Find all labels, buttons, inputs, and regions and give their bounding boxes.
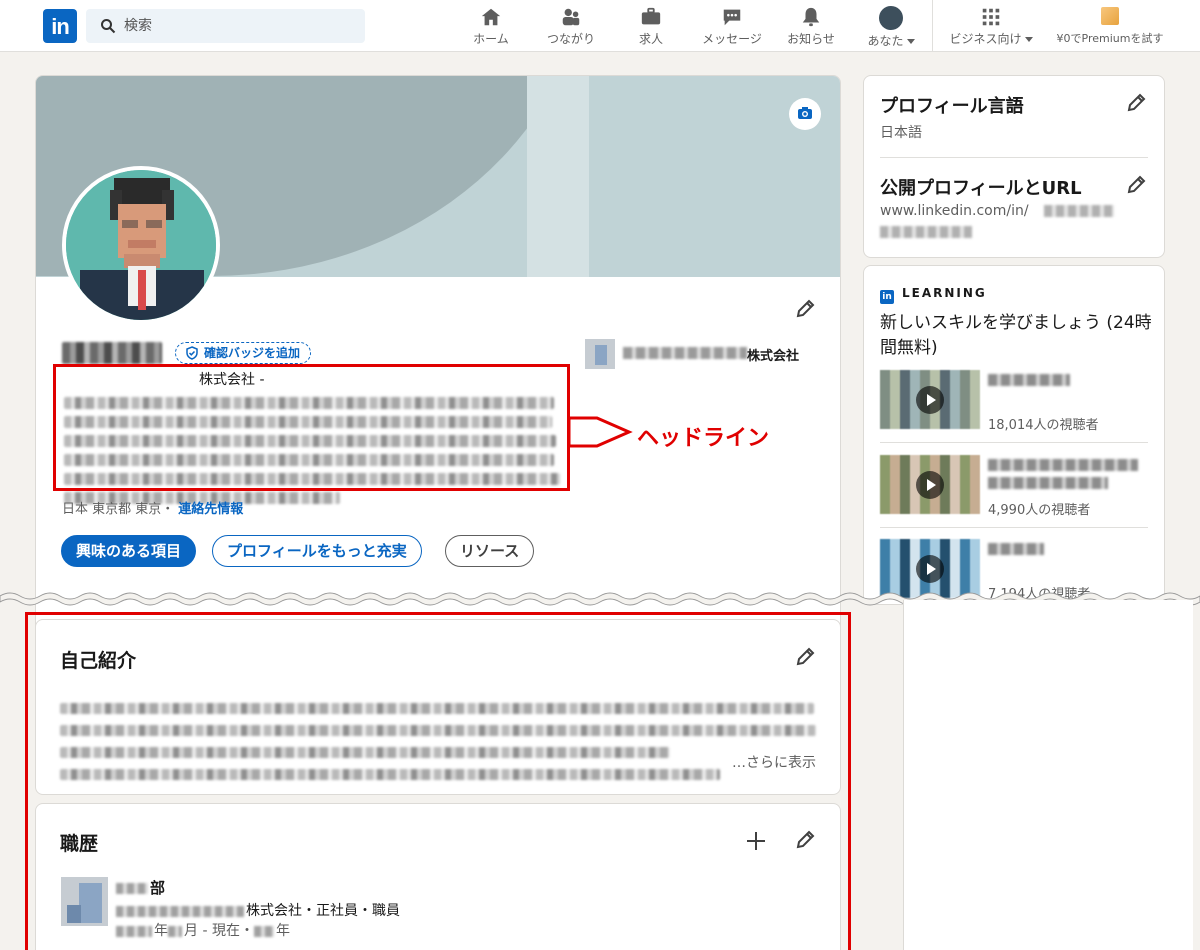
course-item[interactable]: 18,014人の視聴者 <box>880 370 1148 440</box>
course-views: 4,990人の視聴者 <box>988 503 1091 518</box>
edit-url-button[interactable] <box>1125 174 1147 196</box>
verify-badge-label: 確認バッジを追加 <box>204 346 301 360</box>
course-title-redacted <box>988 543 1044 555</box>
open-to-button[interactable]: 興味のある項目 <box>61 535 197 567</box>
url-redacted <box>1044 205 1114 217</box>
verify-badge-button[interactable]: 確認バッジを追加 <box>175 342 312 364</box>
search-icon <box>101 19 116 34</box>
search-input[interactable] <box>124 9 354 43</box>
profile-photo[interactable] <box>62 166 220 324</box>
grid-icon <box>982 8 1000 26</box>
url-redacted <box>880 226 972 238</box>
nav-premium-label: ¥0でPremiumを試す <box>1056 32 1164 45</box>
edit-cover-button[interactable] <box>789 98 821 130</box>
public-profile-url[interactable]: www.linkedin.com/in/ <box>880 203 1029 219</box>
briefcase-icon <box>641 7 661 25</box>
divider <box>880 442 1148 443</box>
nav-me[interactable]: あなた <box>862 6 920 48</box>
nav-business-label: ビジネス向け <box>949 32 1022 46</box>
nav-network[interactable]: つながり <box>545 6 597 48</box>
nav-notifications[interactable]: お知らせ <box>784 6 838 48</box>
headline-annotation-label: ヘッドライン <box>637 426 770 451</box>
company-name-redacted <box>623 347 747 359</box>
avatar <box>879 6 903 30</box>
public-profile-title: 公開プロフィールとURL <box>880 178 1082 199</box>
home-icon <box>481 8 501 26</box>
nav-network-label: つながり <box>546 32 595 46</box>
chevron-down-icon <box>906 39 915 44</box>
pencil-icon <box>1127 175 1146 194</box>
shield-check-icon <box>186 346 198 360</box>
right-column-lower <box>903 600 1193 950</box>
nav-notifications-label: お知らせ <box>787 32 835 46</box>
nav-premium[interactable]: ¥0でPremiumを試す <box>1050 6 1170 48</box>
profile-language-value: 日本語 <box>880 125 922 141</box>
linkedin-logo[interactable]: in <box>43 9 77 43</box>
contact-info-link[interactable]: 連絡先情報 <box>178 502 243 517</box>
nav-messaging[interactable]: メッセージ <box>697 6 767 48</box>
people-icon <box>562 8 580 26</box>
play-icon <box>916 386 944 414</box>
pencil-icon <box>796 299 815 318</box>
pencil-icon <box>1127 93 1146 112</box>
learning-title: 新しいスキルを学びましょう (24時間無料) <box>880 313 1152 358</box>
profile-settings-card: プロフィール言語 日本語 公開プロフィールとURL www.linkedin.c… <box>863 75 1165 258</box>
location: 日本 東京都 東京・ 連絡先情報 <box>62 498 243 517</box>
course-item[interactable]: 4,990人の視聴者 <box>880 455 1148 525</box>
play-icon <box>916 471 944 499</box>
course-title-redacted <box>988 374 1070 386</box>
edit-intro-button[interactable] <box>794 298 816 320</box>
nav-business[interactable]: ビジネス向け <box>944 6 1038 48</box>
edit-language-button[interactable] <box>1125 92 1147 114</box>
nav-me-label: あなた <box>867 34 904 48</box>
nav-home[interactable]: ホーム <box>470 6 512 48</box>
enhance-profile-button[interactable]: プロフィールをもっと充実 <box>212 535 422 567</box>
bell-icon <box>802 7 820 27</box>
nav-me-label-wrap: あなた <box>862 32 920 49</box>
location-text: 日本 東京都 東京・ <box>62 502 175 517</box>
learning-card: in LEARNING 新しいスキルを学びましょう (24時間無料) 18,014… <box>863 265 1165 605</box>
profile-name-redacted <box>62 342 162 364</box>
headline-annotation-box <box>53 364 570 491</box>
course-title-redacted <box>988 459 1138 471</box>
profile-language-title: プロフィール言語 <box>880 96 1024 117</box>
linkedin-learning-icon: in <box>880 290 894 304</box>
play-icon <box>916 555 944 583</box>
cover-stripe <box>527 76 589 277</box>
search-bar[interactable] <box>86 9 365 43</box>
nav-business-label-wrap: ビジネス向け <box>944 30 1038 47</box>
message-icon <box>723 9 741 26</box>
top-nav: in ホーム つながり 求人 メッセージ お知らせ あなた ビジネス向け ¥0で… <box>0 0 1200 52</box>
profile-photo-pixelated <box>66 170 216 320</box>
premium-icon <box>1101 7 1119 25</box>
resources-button[interactable]: リソース <box>445 535 535 567</box>
learning-header-label: LEARNING <box>902 286 987 300</box>
course-views: 18,014人の視聴者 <box>988 418 1099 433</box>
nav-messaging-label: メッセージ <box>702 32 762 46</box>
annotation-arrow <box>567 416 633 448</box>
company-name: 株式会社 <box>747 349 800 364</box>
chevron-down-icon <box>1024 37 1033 42</box>
learning-header: in LEARNING <box>880 286 987 304</box>
nav-jobs-label: 求人 <box>638 32 663 46</box>
nav-home-label: ホーム <box>473 32 509 46</box>
lower-annotation-box <box>25 612 851 950</box>
divider <box>880 157 1148 158</box>
camera-icon <box>798 107 812 119</box>
divider <box>880 527 1148 528</box>
company-logo <box>585 339 615 369</box>
nav-divider <box>932 0 933 52</box>
course-title-redacted <box>988 477 1108 489</box>
nav-jobs[interactable]: 求人 <box>630 6 672 48</box>
